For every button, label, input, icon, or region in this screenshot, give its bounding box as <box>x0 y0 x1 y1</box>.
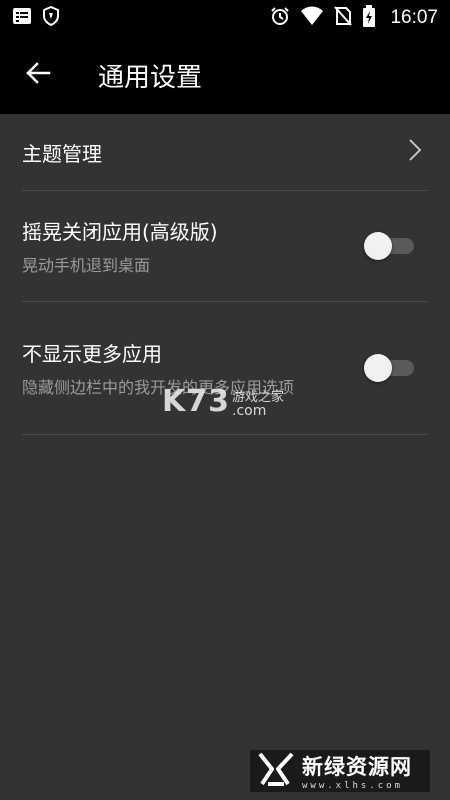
setting-subtitle: 晃动手机退到桌面 <box>22 256 151 275</box>
setting-theme-management[interactable]: 主题管理 <box>22 114 428 191</box>
shield-icon <box>42 5 60 30</box>
status-left-icons <box>12 5 60 30</box>
alarm-icon <box>270 6 290 30</box>
chevron-right-icon <box>408 138 422 166</box>
xlhs-text: 新绿资源网 www.xlhs.com <box>302 751 412 791</box>
setting-text: 摇晃关闭应用(高级版) 晃动手机退到桌面 <box>22 216 218 276</box>
status-bar: 16:07 <box>0 0 450 36</box>
k73-domain: .com <box>232 403 267 419</box>
setting-shake-close[interactable]: 摇晃关闭应用(高级版) 晃动手机退到桌面 <box>22 191 428 302</box>
toggle-thumb <box>364 232 392 260</box>
arrow-left-icon <box>25 61 51 89</box>
shake-close-toggle[interactable] <box>364 232 414 260</box>
back-button[interactable] <box>18 55 58 95</box>
status-time: 16:07 <box>390 7 438 28</box>
k73-logo: K73 <box>162 384 230 419</box>
setting-title: 主题管理 <box>22 141 102 166</box>
wifi-icon <box>300 6 324 30</box>
toggle-thumb <box>364 354 392 382</box>
no-sim-icon <box>334 6 353 30</box>
hide-more-apps-toggle[interactable] <box>364 354 414 382</box>
setting-text: 主题管理 <box>22 138 102 167</box>
xlhs-name: 新绿资源网 <box>302 755 412 779</box>
setting-title: 不显示更多应用 <box>22 342 162 366</box>
xlhs-logo-icon <box>258 752 294 790</box>
page-title: 通用设置 <box>98 62 203 93</box>
xlhs-url: www.xlhs.com <box>302 781 404 791</box>
battery-charging-icon <box>362 5 376 31</box>
k73-side: 游戏之家 .com <box>232 386 284 419</box>
status-right-icons: 16:07 <box>270 5 438 31</box>
k73-watermark: K73 游戏之家 .com <box>162 384 284 419</box>
setting-title: 摇晃关闭应用(高级版) <box>22 220 218 244</box>
xlhs-watermark: 新绿资源网 www.xlhs.com <box>250 750 430 792</box>
app-bar: 通用设置 <box>0 36 450 114</box>
notes-icon <box>12 6 32 30</box>
